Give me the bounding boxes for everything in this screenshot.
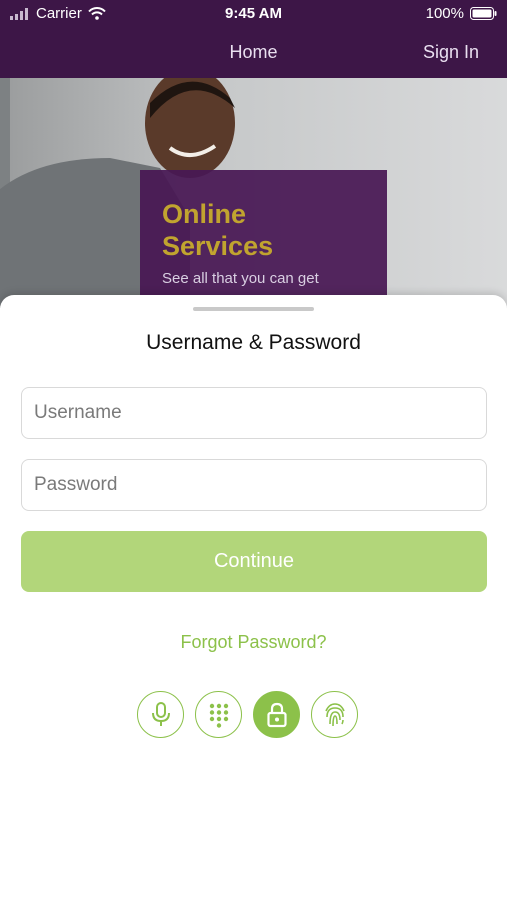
fingerprint-auth-button[interactable] [311, 691, 358, 738]
microphone-icon [150, 701, 172, 728]
voice-auth-button[interactable] [137, 691, 184, 738]
password-input[interactable] [21, 459, 487, 511]
forgot-password-link[interactable]: Forgot Password? [0, 632, 507, 653]
sheet-title: Username & Password [146, 331, 361, 354]
sheet-grabber[interactable] [193, 307, 314, 311]
username-input[interactable] [21, 387, 487, 439]
online-services-card: Online Services See all that you can get [140, 170, 387, 308]
battery-icon [470, 7, 497, 20]
auth-method-selector [137, 691, 358, 738]
status-bar: Carrier 9:45 AM 100% [0, 0, 507, 28]
continue-button[interactable]: Continue [21, 531, 487, 592]
battery-percent: 100% [425, 5, 464, 22]
hero-heading-line2: Services [162, 231, 274, 261]
nav-bar: Home Sign In [0, 28, 507, 78]
login-sheet: Username & Password Continue Forgot Pass… [0, 295, 507, 900]
hero-subtitle: See all that you can get [162, 270, 319, 287]
fingerprint-icon [323, 702, 347, 728]
sign-in-link[interactable]: Sign In [423, 42, 479, 63]
lock-icon [266, 702, 288, 728]
password-auth-button[interactable] [253, 691, 300, 738]
pin-auth-button[interactable] [195, 691, 242, 738]
hero-heading-line1: Online [162, 199, 247, 229]
keypad-icon [208, 702, 230, 728]
hero-banner: Online Services See all that you can get [0, 78, 507, 308]
